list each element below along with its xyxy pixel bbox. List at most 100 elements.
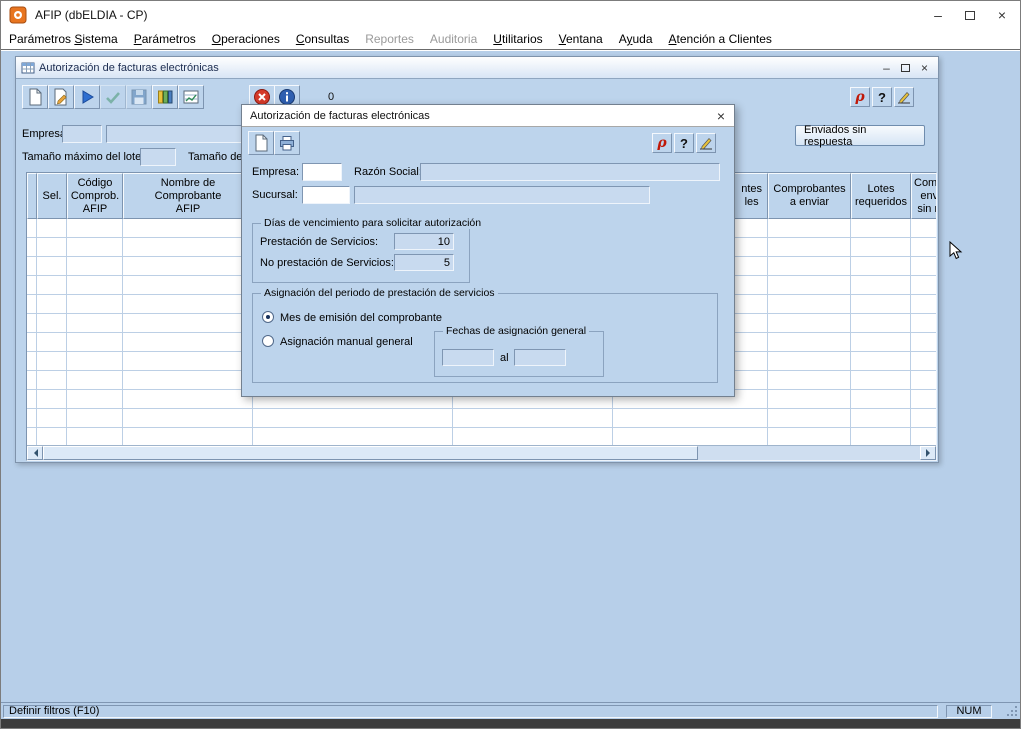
vencimiento-group: Días de vencimiento para solicitar autor… <box>252 223 470 283</box>
window-controls: – × <box>922 1 1018 29</box>
grid-cell <box>123 257 253 276</box>
help-icon[interactable]: ? <box>872 87 892 107</box>
maximize-icon[interactable] <box>954 1 986 29</box>
grid-cell <box>253 409 453 428</box>
grid-export-button[interactable] <box>178 85 204 109</box>
edit-properties-button[interactable] <box>48 85 74 109</box>
grid-cell <box>911 428 936 445</box>
exit-icon[interactable]: ρ <box>850 87 870 107</box>
grid-cell <box>851 295 911 314</box>
run-button[interactable] <box>74 85 100 109</box>
grid-cell <box>123 219 253 238</box>
grid-cell <box>768 295 851 314</box>
grid-cell <box>67 371 123 390</box>
menu-item-parametros-sistema[interactable]: Parámetros Sistema <box>1 29 126 49</box>
grid-cell <box>851 314 911 333</box>
grid-cell <box>851 276 911 295</box>
menu-item-ventana[interactable]: Ventana <box>551 29 611 49</box>
grid-cell <box>27 390 37 409</box>
app-title: AFIP (dbELDIA - CP) <box>35 8 147 22</box>
grid-cell <box>123 276 253 295</box>
sucursal-label: Sucursal: <box>252 189 298 201</box>
sucursal-field[interactable] <box>302 186 350 204</box>
grid-cell <box>123 352 253 371</box>
grid-cell <box>911 390 936 409</box>
grid-header-cell: Comprobaenviadosin respu <box>911 173 937 219</box>
grid-cell <box>613 428 768 445</box>
close-icon[interactable]: × <box>986 1 1018 29</box>
table-row[interactable] <box>27 409 936 428</box>
print-button[interactable] <box>274 131 300 155</box>
scroll-right-icon[interactable] <box>920 446 936 460</box>
scroll-left-icon[interactable] <box>27 446 43 460</box>
menu-item-parametros[interactable]: Parámetros <box>126 29 204 49</box>
dialog-exit-icon[interactable]: ρ <box>652 133 672 153</box>
grid-cell <box>67 352 123 371</box>
enviados-sin-respuesta-button[interactable]: Enviados sin respuesta <box>795 125 925 146</box>
mdi-client-area: Autorización de facturas electrónicas – … <box>1 51 1020 702</box>
filter-config-icon[interactable] <box>894 87 914 107</box>
menu-item-atencion-a-clientes[interactable]: Atención a Clientes <box>661 29 780 49</box>
grid-icon <box>21 61 35 75</box>
fecha-hasta-field <box>514 349 566 366</box>
fechas-group-title: Fechas de asignación general <box>443 325 589 337</box>
radio-manual-label[interactable]: Asignación manual general <box>280 336 413 348</box>
grid-cell <box>67 314 123 333</box>
menu-item-ayuda[interactable]: Ayuda <box>611 29 661 49</box>
grid-cell <box>851 409 911 428</box>
grid-cell <box>768 352 851 371</box>
grid-cell <box>67 257 123 276</box>
dialog-title-bar: Autorización de facturas electrónicas × <box>242 105 734 127</box>
grid-cell <box>768 428 851 445</box>
resize-grip[interactable] <box>1006 705 1018 717</box>
grid-cell <box>37 352 67 371</box>
dialog-help-icon[interactable]: ? <box>674 133 694 153</box>
grid-cell <box>911 257 936 276</box>
grid-cell <box>37 238 67 257</box>
confirm-button[interactable] <box>100 85 126 109</box>
grid-cell <box>37 314 67 333</box>
grid-cell <box>768 390 851 409</box>
dialog-new-button[interactable] <box>248 131 274 155</box>
grid-cell <box>768 314 851 333</box>
dialog-close-icon[interactable]: × <box>712 107 730 125</box>
grid-cell <box>37 257 67 276</box>
new-document-button[interactable] <box>22 85 48 109</box>
grid-cell <box>37 276 67 295</box>
grid-cell <box>768 219 851 238</box>
radio-mes-emision[interactable] <box>262 311 274 323</box>
dialog-empresa-field[interactable] <box>302 163 342 181</box>
grid-cell <box>911 276 936 295</box>
columns-button[interactable] <box>152 85 178 109</box>
scrollbar-thumb[interactable] <box>43 446 698 460</box>
horizontal-scrollbar[interactable] <box>27 445 936 460</box>
tamano-lote-label: Tamaño máximo del lote: <box>22 151 144 163</box>
grid-cell <box>123 409 253 428</box>
menu-item-consultas[interactable]: Consultas <box>288 29 357 49</box>
radio-asignacion-manual[interactable] <box>262 335 274 347</box>
table-row[interactable] <box>27 428 936 445</box>
dialog-title: Autorización de facturas electrónicas <box>250 110 430 122</box>
grid-cell <box>768 276 851 295</box>
menu-item-operaciones[interactable]: Operaciones <box>204 29 288 49</box>
grid-cell <box>851 333 911 352</box>
grid-cell <box>911 371 936 390</box>
grid-cell <box>851 390 911 409</box>
grid-cell <box>67 276 123 295</box>
child-restore-icon[interactable] <box>896 58 915 78</box>
grid-header-cell: CódigoComprob.AFIP <box>67 173 123 219</box>
prestacion-label: Prestación de Servicios: <box>260 236 378 248</box>
child-minimize-icon[interactable]: – <box>877 58 896 78</box>
dialog-edit-icon[interactable] <box>696 133 716 153</box>
dialog-empresa-label: Empresa: <box>252 166 299 178</box>
grid-cell <box>123 428 253 445</box>
grid-cell <box>27 295 37 314</box>
save-button[interactable] <box>126 85 152 109</box>
radio-mes-label[interactable]: Mes de emisión del comprobante <box>280 312 442 324</box>
child-close-icon[interactable]: × <box>915 58 934 78</box>
menu-item-utilitarios[interactable]: Utilitarios <box>485 29 550 49</box>
al-label: al <box>500 352 509 364</box>
grid-cell <box>67 428 123 445</box>
minimize-icon[interactable]: – <box>922 1 954 29</box>
grid-cell <box>123 314 253 333</box>
